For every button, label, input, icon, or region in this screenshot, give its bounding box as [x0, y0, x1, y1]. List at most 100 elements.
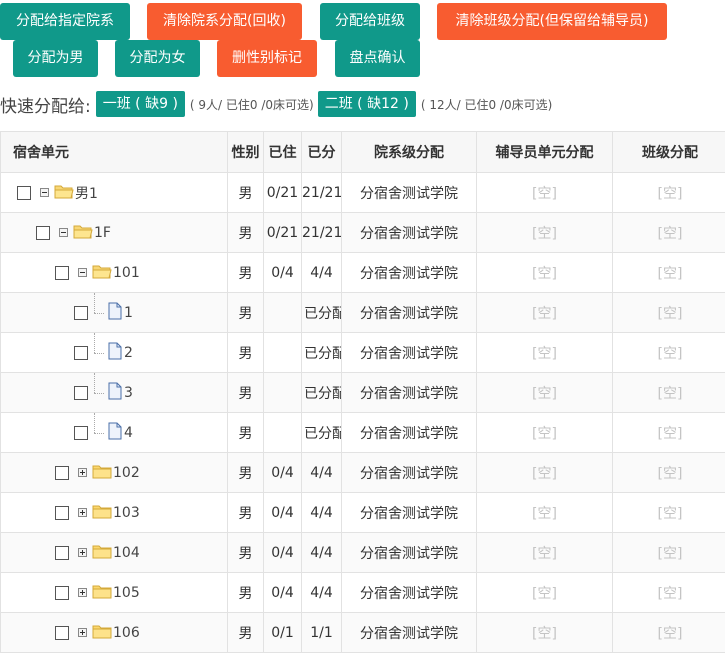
row-checkbox[interactable] [74, 386, 88, 400]
unit-label[interactable]: 105 [113, 585, 140, 601]
cell-counselor[interactable]: [空] [477, 213, 613, 253]
cell-gender: 男 [228, 573, 264, 613]
cell-counselor[interactable]: [空] [477, 253, 613, 293]
quick-assign-class2-button[interactable]: 二班 ( 缺12 ) [318, 91, 416, 117]
unit-label[interactable]: 3 [124, 385, 133, 401]
cell-counselor[interactable]: [空] [477, 533, 613, 573]
cell-counselor[interactable]: [空] [477, 293, 613, 333]
header-dept-assign[interactable]: 院系级分配 [342, 132, 477, 173]
assign-female-button[interactable]: 分配为女 [115, 40, 200, 77]
row-checkbox[interactable] [55, 626, 69, 640]
table-row[interactable]: 106男0/11/1分宿舍测试学院[空][空] [1, 613, 725, 653]
row-checkbox[interactable] [55, 466, 69, 480]
row-checkbox[interactable] [74, 346, 88, 360]
row-checkbox[interactable] [55, 586, 69, 600]
expand-icon[interactable] [78, 468, 87, 477]
cell-counselor[interactable]: [空] [477, 373, 613, 413]
cell-class[interactable]: [空] [613, 573, 725, 613]
cell-assigned: 4/4 [302, 533, 342, 573]
clear-dept-button[interactable]: 清除院系分配(回收) [147, 3, 302, 40]
table-row[interactable]: 1F男0/2121/21分宿舍测试学院[空][空] [1, 213, 725, 253]
header-occupied[interactable]: 已住 [264, 132, 302, 173]
unit-label[interactable]: 4 [124, 425, 133, 441]
row-checkbox[interactable] [36, 226, 50, 240]
expand-icon[interactable] [78, 588, 87, 597]
cell-gender: 男 [228, 533, 264, 573]
row-checkbox[interactable] [17, 186, 31, 200]
header-counselor-assign[interactable]: 辅导员单元分配 [477, 132, 613, 173]
unit-label[interactable]: 2 [124, 345, 133, 361]
clear-class-button[interactable]: 清除班级分配(但保留给辅导员) [437, 3, 667, 40]
header-gender[interactable]: 性别 [228, 132, 264, 173]
quick-assign-class1-button[interactable]: 一班 ( 缺9 ) [96, 91, 185, 117]
unit-label[interactable]: 1F [94, 225, 111, 241]
assign-dept-button[interactable]: 分配给指定院系 [0, 3, 130, 40]
cell-counselor[interactable]: [空] [477, 333, 613, 373]
unit-label[interactable]: 102 [113, 465, 140, 481]
cell-dept: 分宿舍测试学院 [342, 493, 477, 533]
unit-label[interactable]: 1 [124, 305, 133, 321]
quick-assign-bar: 快速分配给: 一班 ( 缺9 ) ( 9人/ 已住0 /0床可选) 二班 ( 缺… [0, 90, 556, 118]
header-unit[interactable]: 宿舍单元 [1, 132, 228, 173]
folder-open-icon [73, 223, 93, 243]
delete-gender-button[interactable]: 删性别标记 [217, 40, 317, 77]
cell-counselor[interactable]: [空] [477, 453, 613, 493]
collapse-icon[interactable] [40, 188, 49, 197]
cell-class[interactable]: [空] [613, 333, 725, 373]
cell-class[interactable]: [空] [613, 173, 725, 213]
cell-gender: 男 [228, 613, 264, 653]
unit-label[interactable]: 男1 [75, 183, 98, 203]
cell-class[interactable]: [空] [613, 413, 725, 453]
inventory-confirm-button[interactable]: 盘点确认 [335, 40, 420, 77]
unit-label[interactable]: 104 [113, 545, 140, 561]
expand-icon[interactable] [78, 628, 87, 637]
unit-label[interactable]: 103 [113, 505, 140, 521]
row-checkbox[interactable] [55, 546, 69, 560]
row-checkbox[interactable] [74, 306, 88, 320]
assign-male-button[interactable]: 分配为男 [13, 40, 98, 77]
header-class-assign[interactable]: 班级分配 [613, 132, 725, 173]
cell-class[interactable]: [空] [613, 613, 725, 653]
cell-assigned: 21/21 [302, 173, 342, 213]
table-row[interactable]: 3男已分配分宿舍测试学院[空][空] [1, 373, 725, 413]
cell-dept: 分宿舍测试学院 [342, 573, 477, 613]
assign-class-button[interactable]: 分配给班级 [320, 3, 420, 40]
unit-label[interactable]: 106 [113, 625, 140, 641]
cell-counselor[interactable]: [空] [477, 173, 613, 213]
table-row[interactable]: 103男0/44/4分宿舍测试学院[空][空] [1, 493, 725, 533]
cell-gender: 男 [228, 253, 264, 293]
cell-class[interactable]: [空] [613, 253, 725, 293]
cell-class[interactable]: [空] [613, 293, 725, 333]
table-row[interactable]: 男1男0/2121/21分宿舍测试学院[空][空] [1, 173, 725, 213]
cell-counselor[interactable]: [空] [477, 573, 613, 613]
table-row[interactable]: 101男0/44/4分宿舍测试学院[空][空] [1, 253, 725, 293]
cell-class[interactable]: [空] [613, 213, 725, 253]
cell-class[interactable]: [空] [613, 453, 725, 493]
expand-icon[interactable] [78, 508, 87, 517]
cell-counselor[interactable]: [空] [477, 493, 613, 533]
cell-unit: 2 [1, 333, 228, 373]
cell-counselor[interactable]: [空] [477, 413, 613, 453]
table-row[interactable]: 4男已分配分宿舍测试学院[空][空] [1, 413, 725, 453]
cell-class[interactable]: [空] [613, 493, 725, 533]
tree-connector [92, 303, 104, 323]
row-checkbox[interactable] [74, 426, 88, 440]
cell-occupied: 0/4 [264, 253, 302, 293]
cell-class[interactable]: [空] [613, 533, 725, 573]
expand-icon[interactable] [78, 548, 87, 557]
row-checkbox[interactable] [55, 506, 69, 520]
table-row[interactable]: 104男0/44/4分宿舍测试学院[空][空] [1, 533, 725, 573]
cell-counselor[interactable]: [空] [477, 613, 613, 653]
cell-dept: 分宿舍测试学院 [342, 533, 477, 573]
cell-class[interactable]: [空] [613, 373, 725, 413]
header-assigned[interactable]: 已分 [302, 132, 342, 173]
collapse-icon[interactable] [59, 228, 68, 237]
table-row[interactable]: 105男0/44/4分宿舍测试学院[空][空] [1, 573, 725, 613]
table-row[interactable]: 102男0/44/4分宿舍测试学院[空][空] [1, 453, 725, 493]
row-checkbox[interactable] [55, 266, 69, 280]
collapse-icon[interactable] [78, 268, 87, 277]
unit-label[interactable]: 101 [113, 265, 140, 281]
table-row[interactable]: 1男已分配分宿舍测试学院[空][空] [1, 293, 725, 333]
cell-gender: 男 [228, 293, 264, 333]
table-row[interactable]: 2男已分配分宿舍测试学院[空][空] [1, 333, 725, 373]
